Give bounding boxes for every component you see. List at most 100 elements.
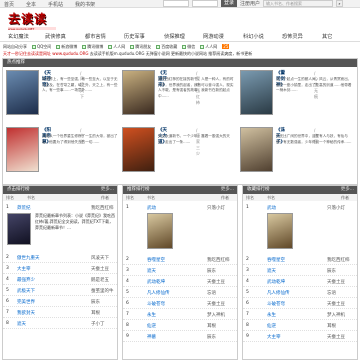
row-title[interactable]: 完美世界 bbox=[17, 299, 35, 305]
nav-item-other[interactable]: 其它 bbox=[322, 33, 332, 40]
featured-row[interactable]: 1 莽荒纪 我吃西红柿 莽荒纪最新章节列表：小说《莽荒纪》我吃西红柿/著,莽荒纪全文阅… bbox=[3, 202, 117, 252]
table-row[interactable]: 7 永生 梦入神机 bbox=[123, 309, 237, 320]
featured-row[interactable]: 1 武动 只落小灯 bbox=[243, 202, 357, 254]
nav-item-wuxia[interactable]: 武侠修真 bbox=[45, 33, 66, 40]
search-input[interactable]: 输入书名、作者搜索 bbox=[263, 0, 334, 7]
row-title[interactable]: 傲世九重天 bbox=[17, 255, 40, 261]
row-title[interactable]: 大主宰 bbox=[17, 266, 31, 272]
col-rank: 排名 bbox=[126, 195, 134, 200]
table-row[interactable]: 9 神墓 辰东 bbox=[123, 331, 237, 342]
row-title[interactable]: 斗破苍穹 bbox=[147, 301, 165, 307]
book-cover[interactable] bbox=[122, 127, 155, 172]
nav-item-kehuan[interactable]: 科幻小说 bbox=[243, 33, 264, 40]
share-tqq[interactable]: 腾讯微博 bbox=[82, 44, 103, 50]
table-row[interactable]: 7 永生 梦入神机 bbox=[243, 309, 357, 320]
table-row[interactable]: 4 最强弃少 鹅是老五 bbox=[3, 274, 117, 285]
share-renren2[interactable]: 人人网 bbox=[200, 44, 217, 50]
password-input[interactable] bbox=[192, 0, 218, 7]
nav-item-wangyou[interactable]: 网游动漫 bbox=[203, 33, 224, 40]
row-rank: 3 bbox=[6, 266, 9, 271]
row-title[interactable]: 遮天 bbox=[267, 268, 276, 274]
row-title[interactable]: 仙逆 bbox=[147, 323, 156, 329]
username-input[interactable] bbox=[163, 0, 189, 7]
table-row[interactable]: 5 凡人修仙传 忘语 bbox=[123, 287, 237, 298]
row-title[interactable]: 最强弃少 bbox=[17, 277, 35, 283]
row-title[interactable]: 仙逆 bbox=[267, 323, 276, 329]
book-cover[interactable] bbox=[240, 70, 273, 115]
nav-item-zhentan[interactable]: 侦探推理 bbox=[164, 33, 185, 40]
more-link[interactable]: 更多... bbox=[341, 186, 354, 194]
table-row[interactable]: 6 完美世界 辰东 bbox=[3, 296, 117, 307]
row-title[interactable]: 斗破苍穹 bbox=[267, 301, 285, 307]
more-link[interactable]: 更多... bbox=[221, 186, 234, 194]
row-title[interactable]: 我欲封天 bbox=[17, 310, 35, 316]
row-title[interactable]: 武动乾坤 bbox=[267, 279, 285, 285]
table-row[interactable]: 3 遮天 辰东 bbox=[243, 265, 357, 276]
login-button[interactable]: 登录 bbox=[221, 0, 238, 7]
table-row[interactable]: 9 大主宰 天蚕土豆 bbox=[243, 331, 357, 342]
table-row[interactable]: 4 武动乾坤 天蚕土豆 bbox=[123, 276, 237, 287]
featured-row[interactable]: 1 武动 只落小灯 bbox=[123, 202, 237, 254]
table-row[interactable]: 3 遮天 辰东 bbox=[123, 265, 237, 276]
share-baidu[interactable]: 百度收藏 bbox=[156, 44, 177, 50]
table-row[interactable]: 8 仙逆 耳根 bbox=[123, 320, 237, 331]
featured-cover[interactable] bbox=[7, 213, 31, 245]
row-title[interactable]: 神墓 bbox=[147, 334, 156, 340]
row-title[interactable]: 武动 bbox=[147, 205, 156, 211]
row-title[interactable]: 吞噬星空 bbox=[267, 257, 285, 263]
more-link[interactable]: 更多... bbox=[101, 186, 114, 194]
row-title[interactable]: 永生 bbox=[147, 312, 156, 318]
share-sina[interactable]: 新浪微博 bbox=[56, 44, 77, 50]
table-row[interactable]: 6 斗破苍穹 天蚕土豆 bbox=[243, 298, 357, 309]
row-title[interactable]: 莽荒纪 bbox=[17, 205, 31, 211]
share-pengyou[interactable]: 腾讯朋友 bbox=[130, 44, 151, 50]
tqq-icon bbox=[82, 44, 87, 49]
featured-cover[interactable] bbox=[267, 213, 293, 249]
top-link-home[interactable]: 首页 bbox=[4, 1, 14, 8]
table-row[interactable]: 2 傲世九重天 风凌天下 bbox=[3, 252, 117, 263]
row-author: 鹅是老五 bbox=[91, 278, 109, 283]
search-icon[interactable]: ⌕ bbox=[336, 0, 344, 7]
table-row[interactable]: 5 武极天下 蚕茧里的牛 bbox=[3, 285, 117, 296]
share-weixin[interactable]: 微信 bbox=[182, 44, 195, 50]
site-logo[interactable]: 去读读 www.qududu.NET bbox=[8, 10, 56, 31]
nav-item-dushi[interactable]: 都市言情 bbox=[85, 33, 106, 40]
row-title[interactable]: 凡人修仙传 bbox=[267, 290, 290, 296]
top-link-mobile[interactable]: 手机站 bbox=[48, 1, 63, 8]
table-row[interactable]: 3 大主宰 天蚕土豆 bbox=[3, 263, 117, 274]
table-row[interactable]: 6 斗破苍穹 天蚕土豆 bbox=[123, 298, 237, 309]
book-cover[interactable] bbox=[6, 127, 39, 172]
row-title[interactable]: 凡人修仙传 bbox=[147, 290, 170, 296]
row-title[interactable]: 武动 bbox=[267, 205, 276, 211]
nav-item-xuanhuan[interactable]: 玄幻魔法 bbox=[8, 33, 29, 40]
row-title[interactable]: 遮天 bbox=[147, 268, 156, 274]
nav-item-lishi[interactable]: 历史军事 bbox=[124, 33, 145, 40]
share-qzone[interactable]: QQ空间 bbox=[32, 44, 51, 50]
hot-title: 热点推荐 bbox=[7, 60, 25, 65]
table-row[interactable]: 2 吞噬星空 我吃西红柿 bbox=[123, 254, 237, 265]
book-cover[interactable] bbox=[6, 70, 39, 115]
register-link[interactable]: 注册用户 bbox=[240, 0, 260, 7]
row-title[interactable]: 遮天 bbox=[17, 321, 26, 327]
table-row[interactable]: 2 吞噬星空 我吃西红柿 bbox=[243, 254, 357, 265]
book-cover[interactable] bbox=[122, 70, 155, 115]
book-cover[interactable] bbox=[240, 127, 273, 172]
row-title[interactable]: 吞噬星空 bbox=[147, 257, 165, 263]
nav-item-kongbu[interactable]: 恐怖灵异 bbox=[282, 33, 303, 40]
row-title[interactable]: 武动乾坤 bbox=[147, 279, 165, 285]
table-row[interactable]: 4 武动乾坤 天蚕土豆 bbox=[243, 276, 357, 287]
featured-cover[interactable] bbox=[147, 213, 173, 249]
row-author: 子小丁 bbox=[91, 322, 105, 327]
row-title[interactable]: 大主宰 bbox=[267, 334, 281, 340]
row-author: 耳根 bbox=[207, 324, 216, 329]
table-row[interactable]: 8 仙逆 耳根 bbox=[243, 320, 357, 331]
row-rank: 8 bbox=[246, 323, 249, 328]
table-row[interactable]: 7 我欲封天 耳根 bbox=[3, 307, 117, 318]
row-title[interactable]: 武极天下 bbox=[17, 288, 35, 294]
table-row[interactable]: 5 凡人修仙传 忘语 bbox=[243, 287, 357, 298]
row-title[interactable]: 永生 bbox=[267, 312, 276, 318]
top-link-shelf[interactable]: 我的书架 bbox=[75, 1, 95, 8]
top-link-full[interactable]: 全本 bbox=[26, 1, 36, 8]
share-renren[interactable]: 人人网 bbox=[108, 44, 125, 50]
table-row[interactable]: 8 遮天 子小丁 bbox=[3, 318, 117, 329]
